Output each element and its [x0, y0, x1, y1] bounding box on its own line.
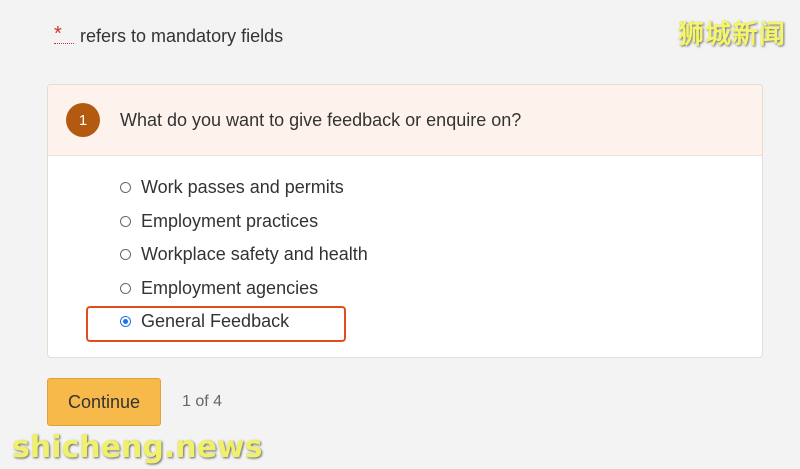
option-employment-agencies[interactable]: Employment agencies — [120, 272, 368, 306]
continue-button[interactable]: Continue — [47, 378, 161, 426]
page-indicator: 1 of 4 — [182, 393, 223, 410]
option-general-feedback[interactable]: General Feedback — [120, 305, 368, 339]
option-label: Employment agencies — [141, 277, 319, 298]
question-header: 1 What do you want to give feedback or e… — [48, 85, 762, 156]
radio-button[interactable] — [120, 282, 131, 294]
option-workplace-safety[interactable]: Workplace safety and health — [120, 238, 368, 272]
radio-button[interactable] — [120, 182, 131, 194]
radio-button-selected[interactable] — [120, 316, 131, 328]
mandatory-note-text: refers to mandatory fields — [80, 26, 284, 46]
radio-button[interactable] — [120, 215, 131, 227]
option-label: General Feedback — [141, 311, 290, 332]
radio-button[interactable] — [120, 249, 131, 261]
step-number-badge: 1 — [66, 103, 100, 137]
watermark-chinese: 狮城新闻 — [677, 20, 786, 50]
options-list: Work passes and permits Employment pract… — [120, 171, 368, 339]
option-label: Work passes and permits — [141, 177, 344, 198]
question-card: 1 What do you want to give feedback or e… — [47, 84, 763, 358]
option-label: Workplace safety and health — [141, 244, 368, 265]
option-work-passes[interactable]: Work passes and permits — [120, 171, 368, 205]
option-employment-practices[interactable]: Employment practices — [120, 205, 368, 239]
mandatory-note: * refers to mandatory fields — [54, 24, 284, 47]
required-asterisk: * — [54, 24, 74, 44]
question-text: What do you want to give feedback or enq… — [120, 109, 522, 130]
watermark-site: shicheng.news — [12, 430, 263, 465]
option-label: Employment practices — [141, 210, 319, 231]
